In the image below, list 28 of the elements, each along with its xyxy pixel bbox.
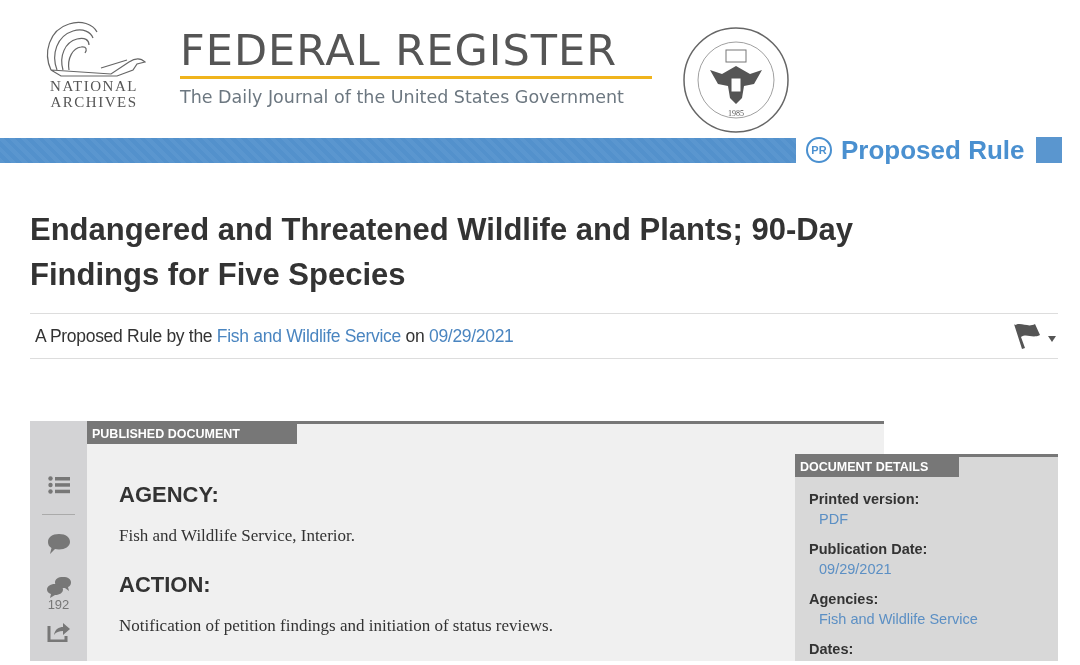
document-type-label: Proposed Rule	[841, 134, 1025, 166]
section-text: Notification of petition findings and initiation of status reviews.	[119, 616, 553, 636]
detail-link[interactable]: 09/29/2021	[819, 561, 1058, 577]
contents-list-icon[interactable]	[47, 476, 70, 494]
logo-text: NATIONAL	[50, 78, 138, 94]
detail-label: Agencies:	[809, 591, 880, 607]
detail-label: Printed version:	[809, 491, 921, 507]
flag-menu-icon[interactable]	[1014, 324, 1056, 349]
seal-year: 1985	[728, 109, 744, 118]
detail-label: Publication Date:	[809, 541, 929, 557]
document-type-badge: PR	[806, 137, 832, 163]
agency-link[interactable]: Fish and Wildlife Service	[216, 325, 401, 346]
comment-count: 192	[47, 598, 70, 612]
comment-icon[interactable]	[46, 533, 71, 555]
logo-text: ARCHIVES	[50, 94, 138, 110]
site-tagline: The Daily Journal of the United States Government	[180, 87, 625, 107]
detail-link[interactable]: PDF	[819, 511, 1058, 527]
detail-link[interactable]: Fish and Wildlife Service	[819, 611, 1058, 627]
section-text: Fish and Wildlife Service, Interior.	[119, 526, 355, 546]
document-title: Endangered and Threatened Wildlife and Plants; 90-Day Findings for Five Species	[30, 211, 855, 294]
section-heading: ACTION:	[119, 572, 211, 598]
share-icon[interactable]	[46, 620, 71, 642]
section-heading: AGENCY:	[119, 482, 219, 508]
site-title[interactable]: FEDERAL REGISTER	[180, 24, 652, 76]
date-link[interactable]: 09/29/2021	[428, 325, 514, 346]
comments-icon[interactable]	[45, 576, 72, 598]
document-byline: A Proposed Rule by the Fish and Wildlife Service on 09/29/2021	[35, 325, 514, 347]
detail-label: Dates:	[809, 641, 855, 657]
